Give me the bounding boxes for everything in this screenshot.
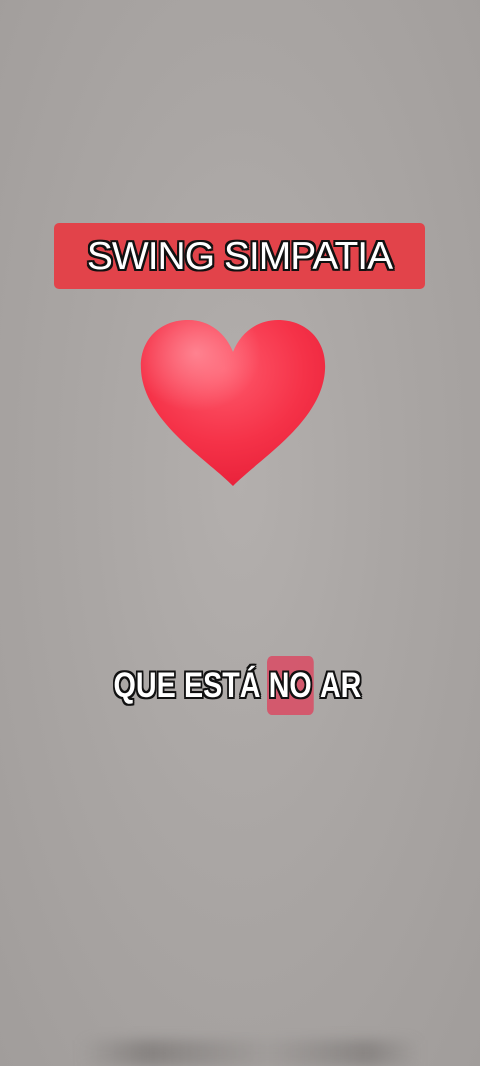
caption-word: QUE [113,666,176,705]
caption-word: ESTÁ [183,666,261,705]
title-banner: SWING SIMPATIA [54,223,425,289]
bottom-blur [80,1040,420,1066]
caption-word: AR [319,666,362,705]
video-frame: SWING SIMPATIA QUE ESTÁ NO AR [0,0,480,1066]
subtitle-caption: QUE ESTÁ NO AR [41,656,435,715]
heart-icon [140,320,326,486]
caption-word-highlighted: NO [267,656,314,715]
title-text: SWING SIMPATIA [86,234,393,278]
